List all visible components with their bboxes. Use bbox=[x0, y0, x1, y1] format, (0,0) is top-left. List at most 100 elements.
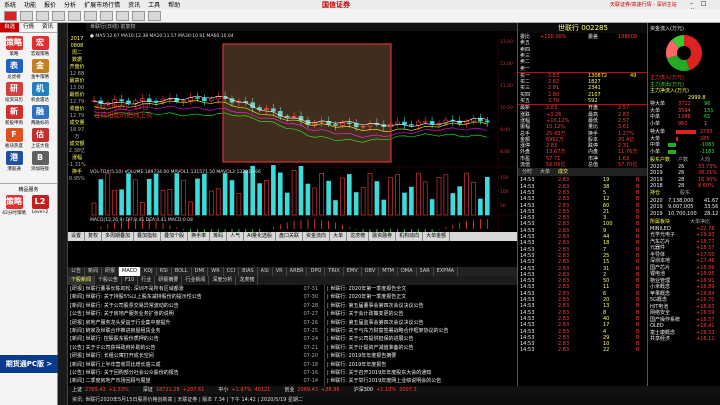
indicator-tab[interactable]: DPO bbox=[307, 267, 326, 276]
menu-item[interactable]: 帮助 bbox=[168, 0, 180, 9]
holder-tab[interactable]: 持仓 bbox=[650, 190, 660, 197]
index-item[interactable]: 中小 +1.97% 40121 bbox=[218, 386, 270, 395]
service-icon-tile[interactable]: L2 Level-2 bbox=[27, 195, 53, 216]
index-item[interactable]: 沪深300 +1.10% 2007.3 bbox=[354, 386, 417, 395]
indicator-tab[interactable]: KDJ bbox=[141, 267, 157, 276]
settings-button[interactable] bbox=[148, 10, 161, 21]
menu-item[interactable]: 分析 bbox=[64, 0, 76, 9]
ticks-tab[interactable]: 大单 bbox=[536, 168, 554, 176]
news-item[interactable]: [研报] 世联行: 长租公寓打开成长空间 07-20 bbox=[70, 352, 320, 360]
news-tab[interactable]: 个股公告 bbox=[95, 276, 123, 285]
refresh-button[interactable] bbox=[52, 10, 65, 21]
news-item[interactable]: [研报] 房地产服务龙头受益于行业集中度提升 07-26 bbox=[70, 319, 320, 327]
news-item[interactable]: [新闻] 世联行: 关于公司股票交易异常波动的公告 07-28 bbox=[70, 302, 320, 310]
menu-item[interactable]: 功能 bbox=[24, 0, 36, 9]
chart-tab[interactable]: 叠加个股 bbox=[161, 232, 189, 241]
chart-tab[interactable]: 机构动向 bbox=[396, 232, 424, 241]
news-item[interactable]: [公告] 关于子公司获得政府补助的公告 07-21 bbox=[70, 344, 320, 352]
indicator-tab[interactable]: RSI bbox=[157, 267, 172, 276]
chart-tab[interactable]: 设置 bbox=[68, 232, 86, 241]
indicator-tab[interactable]: EMV bbox=[344, 267, 362, 276]
ticks-tab[interactable]: 成交 bbox=[554, 168, 572, 176]
indicator-tab[interactable]: CCI bbox=[224, 267, 240, 276]
chart-canvas[interactable]: 13.00 12.00 11.00 10.00 9.00 8.00 150 100 50 连续7月… bbox=[86, 31, 517, 240]
menu-item[interactable]: 报价 bbox=[44, 0, 56, 9]
chart-tab[interactable]: 人气 bbox=[227, 232, 245, 241]
indicator-tab[interactable]: TRIX bbox=[325, 267, 344, 276]
news-item[interactable]: [新闻] 链家及世联合作推进房屋租赁业务 07-25 bbox=[70, 327, 320, 335]
announcement-item[interactable]: | 世联行: 2019年年度报告 bbox=[327, 361, 517, 369]
chart-tab[interactable]: 融资融券 bbox=[369, 232, 397, 241]
announcement-item[interactable]: | 世联行: 第五届董事会第四次会议决议公告 bbox=[327, 302, 517, 310]
chart-tab[interactable]: 叠加指标 bbox=[134, 232, 162, 241]
news-item[interactable]: [新闻] 世联行上半年营收同比增长逾三成 07-18 bbox=[70, 361, 320, 369]
indicator-tab[interactable]: WR bbox=[208, 267, 224, 276]
sidebar-icon-tile[interactable]: 融两融标的 bbox=[27, 105, 53, 126]
sidebar-icon-tile[interactable]: 估上证大盘 bbox=[27, 128, 53, 149]
indicator-tab[interactable]: 新闻 bbox=[85, 267, 103, 276]
sidebar-tab-2[interactable]: 资讯 bbox=[38, 23, 57, 32]
sidebar-tab-1[interactable]: 行情 bbox=[19, 23, 38, 32]
chart-tab[interactable]: 资金流向 bbox=[303, 232, 331, 241]
announcement-item[interactable]: | 世联行: 2020年第一季度报告正文 bbox=[327, 293, 517, 301]
forward-button[interactable] bbox=[36, 10, 49, 21]
menu-item[interactable]: 系统 bbox=[4, 0, 16, 9]
home-button[interactable] bbox=[4, 10, 17, 21]
chart-tab[interactable]: 龙虎榜 bbox=[347, 232, 370, 241]
menu-item[interactable]: 扩展市场行情 bbox=[84, 0, 120, 9]
indicator-tab[interactable]: OBV bbox=[362, 267, 380, 276]
indicator-tab[interactable]: MACD bbox=[119, 267, 142, 276]
indicator-tab[interactable]: BOLL bbox=[172, 267, 192, 276]
news-tab[interactable]: 行业 bbox=[138, 276, 156, 285]
chart-tab[interactable]: 多周期叠加 bbox=[102, 232, 135, 241]
news-tab[interactable]: 研报摘要 bbox=[155, 276, 183, 285]
chart-tab[interactable]: 换手率 bbox=[188, 232, 211, 241]
indicator-tab[interactable]: 研报 bbox=[102, 267, 120, 276]
indicator-tab[interactable]: DMA bbox=[398, 267, 417, 276]
indicator-tab[interactable]: ARBR bbox=[287, 267, 308, 276]
news-item[interactable]: [研报] 世联行董事长陈劲松: 深圳不是所有区域都涨 07-31 bbox=[70, 285, 320, 293]
news-tab[interactable]: F10 bbox=[122, 276, 139, 285]
sidebar-icon-tile[interactable]: B 添加链接 bbox=[27, 151, 53, 172]
sidebar-tab-0[interactable]: 自选 bbox=[0, 23, 19, 32]
indicator-tab[interactable]: EXPMA bbox=[434, 267, 459, 276]
news-item[interactable]: [公告] 世联行: 关于回购部分社会公众股份的报告 07-16 bbox=[70, 369, 320, 377]
sidebar-icon-tile[interactable]: 宏宏观策略 bbox=[27, 36, 53, 57]
announcement-item[interactable]: | 世联行: 关于计提资产减值准备的公告 bbox=[327, 344, 517, 352]
indicator-tab[interactable]: ASI bbox=[258, 267, 273, 276]
index-item[interactable]: 创业 2069.43 +38.96 bbox=[284, 386, 339, 395]
search-button[interactable] bbox=[132, 10, 145, 21]
chart-button[interactable] bbox=[84, 10, 97, 21]
quote-button[interactable] bbox=[68, 10, 81, 21]
indicator-tab[interactable]: SAR bbox=[417, 267, 434, 276]
announcement-item[interactable]: | 世联行: 关于举行2019年度网上业绩说明会的公告 bbox=[327, 377, 517, 385]
announcement-item[interactable]: | 世联行: 关于公司提供担保的进展公告 bbox=[327, 335, 517, 343]
sidebar-icon-tile[interactable]: 新新股申购 bbox=[1, 105, 27, 126]
sidebar-icon-tile[interactable]: F 板块热度 bbox=[1, 128, 27, 149]
indicator-tab[interactable]: BIAS bbox=[239, 267, 258, 276]
announcement-item[interactable]: | 世联行: 关于会计政策变更的公告 bbox=[327, 310, 517, 318]
sidebar-icon-tile[interactable]: 港港股通 bbox=[1, 151, 27, 172]
news-item[interactable]: [新闻] 世联行: 关于持股5%以上股东减持股份的提示性公告 07-30 bbox=[70, 293, 320, 301]
news-item[interactable]: [新闻] 二季度房地产市场回顾与展望 07-14 bbox=[70, 377, 320, 385]
indicator-tab[interactable]: MTM bbox=[379, 267, 398, 276]
news-tab[interactable]: 行业新闻 bbox=[182, 276, 210, 285]
news-item[interactable]: [新闻] 世联行: 控股股东股份质押的公告 07-24 bbox=[70, 335, 320, 343]
announcement-item[interactable]: | 世联行: 关于召开2019年年度股东大会的通知 bbox=[327, 369, 517, 377]
ticks-tab[interactable]: 分时 bbox=[518, 168, 536, 176]
announcement-item[interactable]: | 世联行: 关于与东方财富签署战略合作框架协议的公告 bbox=[327, 327, 517, 335]
f10-button[interactable] bbox=[100, 10, 113, 21]
chart-tab[interactable]: 大单 bbox=[330, 232, 348, 241]
indicator-tab[interactable]: VR bbox=[273, 267, 287, 276]
index-item[interactable]: 上证 2769.43 +1.33% bbox=[72, 386, 129, 395]
chart-tab[interactable]: 盘口关联 bbox=[276, 232, 304, 241]
news-tab[interactable]: 深度分析 bbox=[209, 276, 237, 285]
chart-tab[interactable]: 筹码 bbox=[210, 232, 228, 241]
chart-tab[interactable]: 复权 bbox=[85, 232, 103, 241]
sidebar-icon-tile[interactable]: 机机会雷达 bbox=[27, 82, 53, 103]
sidebar-icon-tile[interactable]: 研投资日历 bbox=[1, 82, 27, 103]
menu-item[interactable]: 工具 bbox=[148, 0, 160, 9]
holder-tab[interactable]: 股东 bbox=[680, 190, 690, 197]
kline-chart[interactable]: 世联行(日线) 前复权 13.00 12.00 11.00 10.00 9.00 8.00… bbox=[86, 23, 517, 266]
menu-item[interactable]: 资讯 bbox=[128, 0, 140, 9]
